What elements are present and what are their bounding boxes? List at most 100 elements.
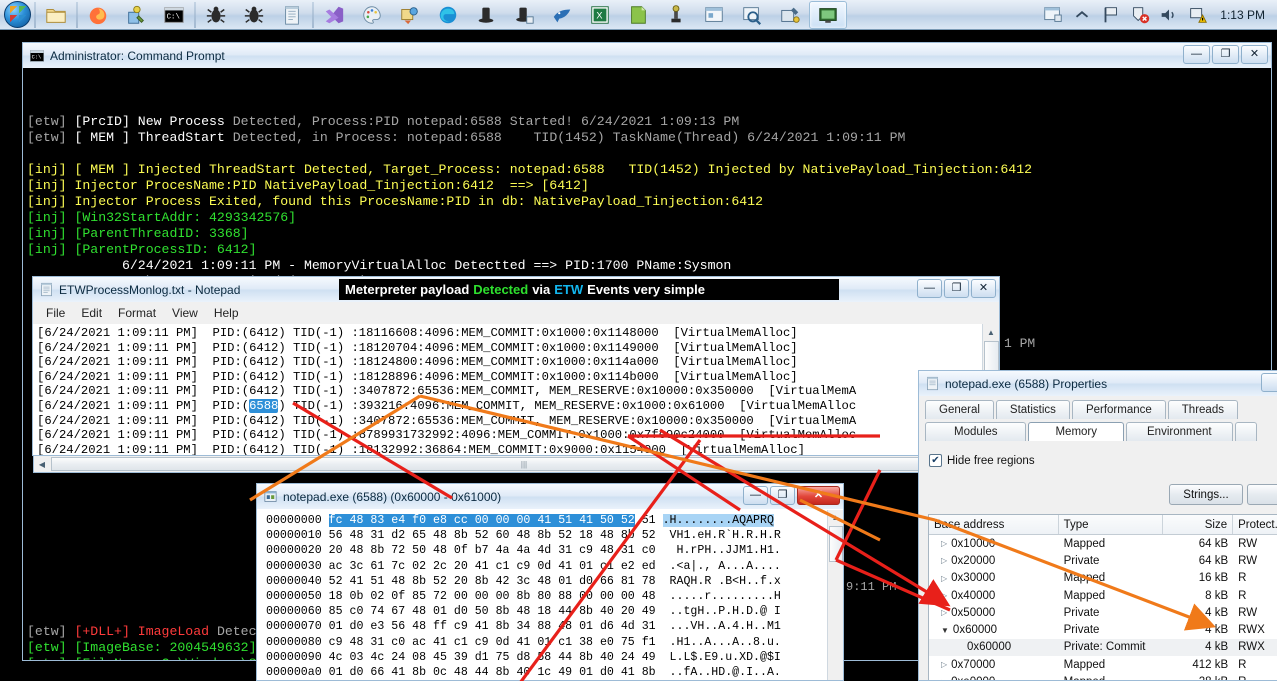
menu-item-help[interactable]: Help [207,304,246,322]
column-header-size[interactable]: Size [1163,515,1234,534]
tray-security-button[interactable] [1127,1,1153,29]
column-header-type[interactable]: Type [1059,515,1164,534]
hex-minimize-button[interactable]: — [743,486,768,505]
column-header-base-address[interactable]: Base address [929,515,1059,534]
tray-item-notification[interactable] [1040,1,1066,29]
taskbar-item-sysinternals[interactable] [391,1,429,29]
cmd-minimize-button[interactable]: — [1183,45,1210,64]
scroll-thumb[interactable]: ||| [51,457,997,471]
chevron-right-icon[interactable]: ▷ [941,608,947,617]
tab-modules[interactable]: Modules [925,422,1027,441]
taskbar-item-firefox[interactable] [79,1,117,29]
console-text: Detected, Process:PID notepad:6588 Start… [232,114,740,129]
hex-offset: 00000040 [266,574,329,588]
chevron-right-icon[interactable]: ▷ [941,574,947,583]
column-header-protect[interactable]: Protect. [1233,515,1277,534]
menu-item-format[interactable]: Format [111,304,163,322]
start-button[interactable] [1,0,33,30]
hex-row: 00000030 ac 3c 61 7c 02 2c 20 41 c1 c9 0… [266,559,843,574]
taskbar-item-notepad[interactable] [273,1,311,29]
notepad-horizontal-scrollbar[interactable]: ◀ ||| [33,456,999,473]
hex-dump-area[interactable]: 00000000 fc 48 83 e4 f0 e8 cc 00 00 00 4… [256,509,844,681]
hex-bytes: 56 48 31 d2 65 48 8b 52 60 48 8b 52 18 4… [328,529,670,543]
command-prompt-titlebar[interactable]: C:\ Administrator: Command Prompt — ❐ ✕ [22,42,1272,68]
taskbar-clock[interactable]: 1:13 PM [1214,8,1273,22]
hex-vertical-scrollbar[interactable]: ▲ [827,510,843,680]
taskbar-item-edge[interactable] [429,1,467,29]
taskbar-item-autoruns[interactable] [467,1,505,29]
scroll-left-icon[interactable]: ◀ [34,457,50,472]
scroll-up-icon[interactable]: ▲ [984,324,999,340]
strings-button[interactable]: Strings... [1169,484,1243,505]
tab-general[interactable]: General [925,400,994,419]
highlighted-pid[interactable]: 6588 [249,398,279,413]
secondary-button[interactable] [1247,484,1277,505]
chevron-down-icon[interactable]: ▼ [941,626,949,635]
tray-volume-button[interactable] [1156,1,1182,29]
taskbar-item-paint-tool[interactable] [353,1,391,29]
hex-ascii: H.rPH..JJM1.H1. [669,544,781,558]
taskbar-item-visual-studio[interactable] [315,1,353,29]
memory-regions-table[interactable]: Base address Type Size Protect. ▷ 0x10000… [928,514,1277,680]
scroll-thumb[interactable] [828,526,843,562]
hex-editor-titlebar[interactable]: notepad.exe (6588) (0x60000 - 0x61000) —… [256,483,844,509]
table-row[interactable]: ▷ 0x40000 Mapped 8 kB R [929,587,1277,604]
tab-memory[interactable]: Memory [1028,422,1124,441]
table-row[interactable]: ▷ 0x50000 Private 4 kB RW [929,604,1277,621]
scroll-thumb[interactable] [983,341,999,371]
table-row[interactable]: 0x60000 Private: Commit 4 kB RWX [929,638,1277,657]
menu-item-edit[interactable]: Edit [74,304,109,322]
taskbar-item-wireshark[interactable] [543,1,581,29]
cmd-close-button[interactable]: ✕ [1241,45,1268,64]
cmd-maximize-button[interactable]: ❐ [1212,45,1239,64]
tab-statistics[interactable]: Statistics [995,400,1070,419]
properties-minimize-button[interactable] [1261,373,1277,392]
chevron-right-icon[interactable]: ▷ [941,539,947,548]
menu-item-view[interactable]: View [165,304,205,322]
hex-bytes-selected[interactable]: fc 48 83 e4 f0 e8 cc 00 00 00 41 51 41 5… [328,514,635,527]
checkbox-mark-icon: ✔ [929,454,942,467]
taskbar-item-onenote[interactable] [619,1,657,29]
taskbar-item-debugger-2[interactable] [235,1,273,29]
notepad-text-area[interactable]: [6/24/2021 1:09:11 PM] PID:(6412) TID(-1… [32,324,1000,456]
taskbar-item-process-hacker[interactable] [117,1,155,29]
hide-free-regions-checkbox[interactable]: ✔ Hide free regions [929,454,1277,467]
table-row[interactable]: ▷ 0x20000 Private 64 kB RW [929,552,1277,569]
taskbar-item-config-tool[interactable] [771,1,809,29]
hex-maximize-button[interactable]: ❐ [770,486,795,505]
notepad-close-button[interactable]: ✕ [971,279,996,298]
taskbar-item-search-tool[interactable] [733,1,771,29]
tab-performance[interactable]: Performance [1071,400,1166,419]
taskbar-item-procexp[interactable] [505,1,543,29]
tray-network-button[interactable] [1185,1,1211,29]
tab-threads[interactable]: Threads [1167,400,1238,419]
scroll-up-icon[interactable]: ▲ [829,510,843,525]
hex-row: 00000070 01 d0 e3 56 48 ff c9 41 8b 34 8… [266,619,843,634]
taskbar-item-command-prompt[interactable]: C:\ [155,1,193,29]
chevron-right-icon[interactable]: ▷ [941,678,947,680]
chevron-right-icon[interactable]: ▷ [941,660,947,669]
taskbar-item-procmon[interactable] [657,1,695,29]
tray-show-hidden-button[interactable] [1069,1,1095,29]
properties-titlebar[interactable]: notepad.exe (6588) Properties [918,370,1277,396]
tab-overflow[interactable] [1234,422,1257,441]
taskbar-item-active-monitor[interactable] [809,0,847,29]
table-row[interactable]: ▷ 0x70000 Mapped 412 kB R [929,656,1277,673]
notepad-maximize-button[interactable]: ❐ [944,279,969,298]
hex-close-button[interactable]: ✕ [797,486,840,505]
hex-offset: 00000090 [266,650,329,664]
table-row[interactable]: ▷ 0x10000 Mapped 64 kB RW [929,535,1277,552]
notepad-minimize-button[interactable]: — [917,279,942,298]
taskbar-item-debugger-1[interactable] [197,1,235,29]
taskbar-item-explorer[interactable] [37,1,75,29]
chevron-right-icon[interactable]: ▷ [941,591,947,600]
menu-item-file[interactable]: File [39,304,72,322]
table-row[interactable]: ▼ 0x60000 Private 4 kB RWX [929,621,1277,638]
chevron-right-icon[interactable]: ▷ [941,556,947,565]
table-row[interactable]: ▷ 0xe0000 Mapped28 kBR [929,673,1277,680]
taskbar-item-excel[interactable]: X [581,1,619,29]
taskbar-item-window-tool[interactable] [695,1,733,29]
table-row[interactable]: ▷ 0x30000 Mapped 16 kB R [929,570,1277,587]
tab-environment[interactable]: Environment [1126,422,1233,441]
tray-action-center-button[interactable] [1098,1,1124,29]
